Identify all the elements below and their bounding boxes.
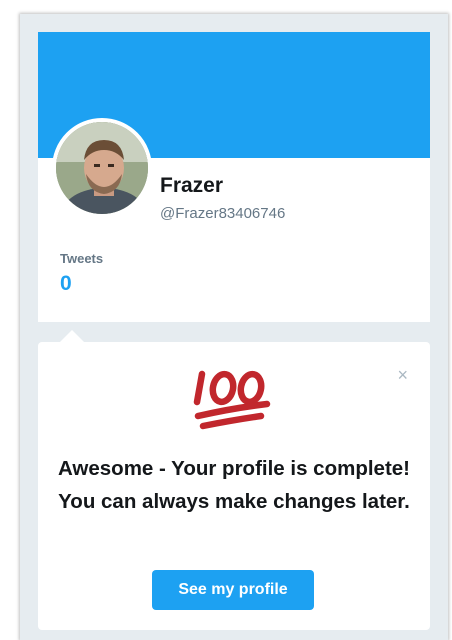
see-my-profile-button[interactable]: See my profile	[152, 570, 314, 610]
profile-complete-popover: × Awesome - Your profile is complete! Yo…	[38, 330, 430, 630]
avatar[interactable]	[52, 118, 152, 218]
hundred-points-icon	[193, 370, 271, 430]
profile-name[interactable]: Frazer	[160, 174, 223, 198]
tweets-stat-count[interactable]: 0	[60, 272, 72, 296]
profile-handle: @Frazer83406746	[160, 205, 286, 222]
popover-caret	[60, 330, 84, 342]
avatar-photo	[56, 122, 148, 214]
completion-message: Awesome - Your profile is complete! You …	[58, 457, 411, 513]
close-icon[interactable]: ×	[397, 366, 408, 384]
profile-card: Frazer @Frazer83406746 Tweets 0	[38, 32, 430, 322]
tweets-stat-label[interactable]: Tweets	[60, 251, 103, 266]
